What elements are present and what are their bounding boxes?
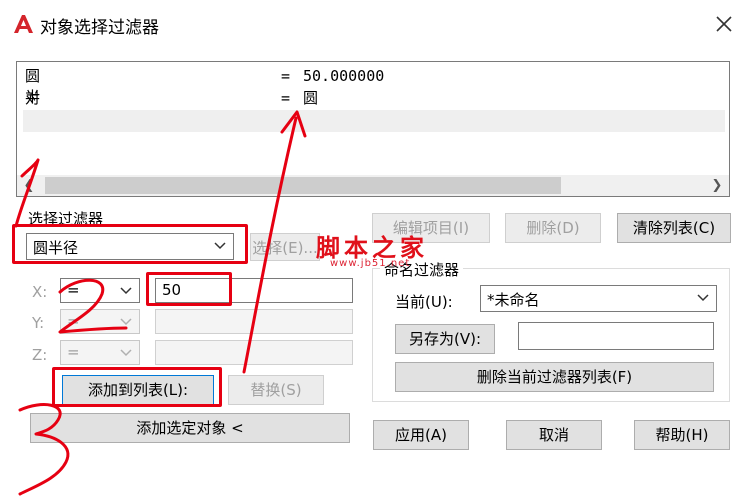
clear-list-button[interactable]: 清除列表(C) xyxy=(617,213,731,243)
delete-button[interactable]: 删除(D) xyxy=(505,213,601,243)
x-value-input[interactable]: 50 xyxy=(155,278,353,303)
save-as-button[interactable]: 另存为(V): xyxy=(395,324,495,354)
add-to-list-button[interactable]: 添加到列表(L): xyxy=(62,375,214,405)
z-value-input[interactable] xyxy=(155,340,353,365)
save-as-input[interactable] xyxy=(518,322,714,350)
chevron-down-icon xyxy=(697,294,709,302)
current-label: 当前(U): xyxy=(395,293,453,311)
cancel-button[interactable]: 取消 xyxy=(506,420,602,450)
title-bar: 对象选择过滤器 xyxy=(0,0,745,50)
delete-current-filter-button[interactable]: 删除当前过滤器列表(F) xyxy=(395,362,714,392)
scroll-thumb[interactable] xyxy=(45,177,561,194)
x-label: X: xyxy=(32,283,48,301)
list-item-empty-selected[interactable] xyxy=(23,110,725,132)
chevron-down-icon xyxy=(120,349,132,357)
close-icon[interactable] xyxy=(712,12,736,36)
replace-button[interactable]: 替换(S) xyxy=(228,375,324,405)
apply-button[interactable]: 应用(A) xyxy=(373,420,469,450)
horizontal-scrollbar[interactable]: ❮ ❯ xyxy=(17,175,729,196)
chevron-down-icon xyxy=(120,287,132,295)
current-filter-combo[interactable]: *未命名 xyxy=(480,285,717,312)
y-value-input[interactable] xyxy=(155,309,353,334)
select-button[interactable]: 选择(E)... xyxy=(250,233,320,261)
z-operator-combo[interactable]: = xyxy=(60,340,140,365)
filter-type-combo[interactable]: 圆半径 xyxy=(26,233,234,260)
window-title: 对象选择过滤器 xyxy=(40,18,159,38)
autocad-logo-icon xyxy=(14,15,33,33)
y-operator-combo[interactable]: = xyxy=(60,309,140,334)
chevron-down-icon xyxy=(214,242,226,250)
chevron-down-icon xyxy=(120,318,132,326)
help-button[interactable]: 帮助(H) xyxy=(634,420,730,450)
x-operator-combo[interactable]: = xyxy=(60,278,140,303)
y-label: Y: xyxy=(32,314,45,332)
z-label: Z: xyxy=(32,346,48,364)
watermark-sub: www.jb51.net xyxy=(330,258,411,269)
filter-list[interactable]: 圆半径 = 50.000000 对象 = 圆 ❮ ❯ xyxy=(16,61,730,197)
scroll-right-icon[interactable]: ❯ xyxy=(707,175,727,196)
scroll-left-icon[interactable]: ❮ xyxy=(19,175,39,196)
add-selected-object-button[interactable]: 添加选定对象 < xyxy=(30,413,350,443)
select-filter-label: 选择过滤器 xyxy=(28,210,104,228)
